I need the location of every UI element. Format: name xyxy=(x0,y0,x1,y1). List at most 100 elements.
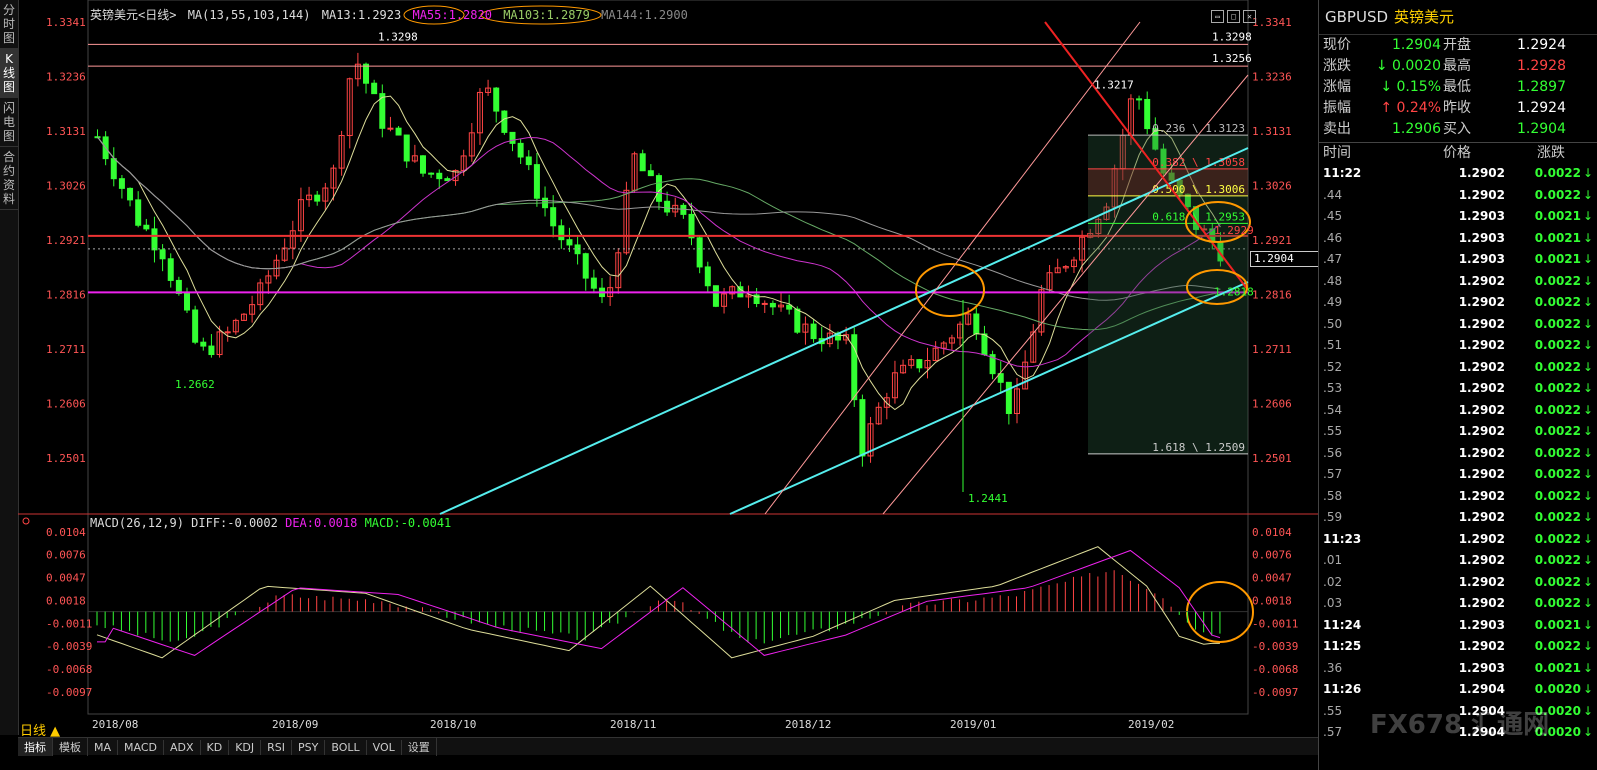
fib-level-label: 1.618 \ 1.2509 xyxy=(1152,441,1245,454)
candle-body xyxy=(590,277,597,289)
tab-adx[interactable]: ADX xyxy=(164,740,201,755)
watermark-logo: FX678 汇通网 xyxy=(1370,710,1550,740)
candle-body xyxy=(761,302,768,305)
price-axis-label-left: 1.2711 xyxy=(46,343,86,356)
tick-change: 0.0022 xyxy=(1534,381,1581,395)
macd-params: MACD(26,12,9) xyxy=(90,516,184,530)
tick-change: 0.0022 xyxy=(1534,596,1581,610)
price-annotation: 1.2662 xyxy=(175,378,215,391)
candle-body xyxy=(192,309,199,343)
tick-row: 11:23 1.2902 0.0022 ↓ xyxy=(1319,529,1597,551)
fib-level-label: 0.618 \ 1.2953 xyxy=(1152,210,1245,223)
candle-body xyxy=(566,239,573,246)
macd-panel-border xyxy=(87,513,1249,715)
fib-level-label: 0.382 \ 1.3058 xyxy=(1152,156,1245,169)
candle-body xyxy=(208,345,215,356)
tab-settings[interactable]: 设置 xyxy=(402,738,437,756)
tab-kdj[interactable]: KDJ xyxy=(229,740,262,755)
quote-row: 涨跌 ↓ 0.0020 最高 1.2928 xyxy=(1319,56,1597,77)
tab-psy[interactable]: PSY xyxy=(292,740,326,755)
tick-row: .58 1.2902 0.0022 ↓ xyxy=(1319,486,1597,508)
tick-header: 时间 价格 涨跌 xyxy=(1319,143,1597,163)
tick-change: 0.0021 xyxy=(1534,209,1581,223)
candle-body xyxy=(680,204,687,215)
tick-row: .45 1.2903 0.0021 ↓ xyxy=(1319,206,1597,228)
tick-time: .58 xyxy=(1323,488,1343,503)
price-axis-label-left: 1.2606 xyxy=(46,398,86,411)
price-annotation: 1.3217 xyxy=(1094,78,1134,91)
down-arrow-icon: ↓ xyxy=(1583,295,1594,309)
candle-body xyxy=(159,249,166,260)
tab-template[interactable]: 模板 xyxy=(53,738,88,756)
tick-time: 11:23 xyxy=(1323,531,1362,546)
tick-change: 0.0022 xyxy=(1534,574,1581,589)
tab-macd[interactable]: MACD xyxy=(118,740,164,755)
tick-col-time: 时间 xyxy=(1323,145,1351,161)
price-axis-label-right: 1.3341 xyxy=(1252,16,1292,29)
candle-body xyxy=(973,313,980,335)
restore-icon[interactable]: ▭ xyxy=(1211,10,1224,23)
candle-body xyxy=(712,285,719,307)
quote-label: 买入 xyxy=(1443,121,1471,137)
price-axis-label-left: 1.2816 xyxy=(46,289,86,302)
close-icon[interactable]: ✕ xyxy=(1243,10,1256,23)
tick-row: .50 1.2902 0.0022 ↓ xyxy=(1319,314,1597,336)
macd-axis-label-right: -0.0068 xyxy=(1252,663,1298,676)
quote-row: 卖出 1.2906 买入 1.2904 xyxy=(1319,119,1597,140)
macd-axis-label-left: -0.0068 xyxy=(46,663,92,676)
tab-rsi[interactable]: RSI xyxy=(261,740,293,755)
tab-ma[interactable]: MA xyxy=(88,740,119,755)
tick-time: .59 xyxy=(1323,510,1343,524)
quote-row: 涨幅 ↓ 0.15% 最低 1.2897 xyxy=(1319,77,1597,98)
tick-time: .50 xyxy=(1323,316,1343,331)
date-axis-label: 2018/09 xyxy=(272,718,318,731)
date-axis-label: 2019/02 xyxy=(1128,718,1174,731)
tick-row: .51 1.2902 0.0022 ↓ xyxy=(1319,335,1597,357)
tick-time: .57 xyxy=(1323,725,1343,739)
candle-body xyxy=(314,194,321,202)
date-axis-label: 2018/08 xyxy=(92,718,138,731)
window-buttons: ▭ □ ✕ xyxy=(1208,8,1256,23)
tick-change: 0.0021 xyxy=(1534,252,1581,266)
down-arrow-icon: ↓ xyxy=(1583,510,1594,524)
tab-boll[interactable]: BOLL xyxy=(325,740,367,755)
ma144-value: MA144:1.2900 xyxy=(601,8,688,22)
candle-body xyxy=(794,308,801,333)
tick-list[interactable]: 11:22 1.2902 0.0022 ↓ .44 1.2902 0.0022 ↓ .45 1.2… xyxy=(1319,163,1597,744)
window-title: 英镑美元<日线> xyxy=(90,8,177,22)
tick-row: 11:26 1.2904 0.0020 ↓ xyxy=(1319,679,1597,701)
down-arrow-icon: ↓ xyxy=(1583,467,1594,481)
down-arrow-icon: ↓ xyxy=(1583,209,1594,223)
tick-change: 0.0022 xyxy=(1534,424,1581,438)
tick-change: 0.0020 xyxy=(1534,682,1581,696)
macd-axis-label-left: -0.0011 xyxy=(46,618,92,631)
candle-body xyxy=(1136,98,1143,101)
ma-legend: 英镑美元<日线> MA(13,55,103,144) MA13:1.2923 M… xyxy=(90,6,692,23)
price-axis-label-left: 1.2921 xyxy=(46,234,86,247)
tick-row: 11:24 1.2903 0.0021 ↓ xyxy=(1319,615,1597,637)
quote-summary: 现价 1.2904 开盘 1.2924 涨跌 ↓ 0.0020 最高 1.2928 涨幅 ↓ 0.… xyxy=(1319,35,1597,140)
date-axis-label: 2018/11 xyxy=(610,718,656,731)
down-arrow-icon: ↓ xyxy=(1583,402,1594,417)
tick-change: 0.0022 xyxy=(1534,316,1581,331)
candle-body xyxy=(550,207,557,227)
maximize-icon[interactable]: □ xyxy=(1227,10,1240,23)
candle-body xyxy=(151,228,158,251)
macd-axis-label-right: 0.0018 xyxy=(1252,594,1292,607)
tab-kd[interactable]: KD xyxy=(201,740,230,755)
price-axis-label-right: 1.2606 xyxy=(1252,398,1292,411)
macd-axis-label-left: -0.0039 xyxy=(46,640,92,653)
tab-vol[interactable]: VOL xyxy=(367,740,402,755)
tick-time: .02 xyxy=(1323,574,1343,589)
tick-change: 0.0022 xyxy=(1534,639,1581,653)
tick-change: 0.0021 xyxy=(1534,617,1581,632)
candle-body xyxy=(533,164,540,199)
kline-chart[interactable]: 1.3341 1.3341 1.3236 1.3236 1.3131 1.3131 1.30… xyxy=(0,0,1318,737)
quote-value: 1.2906 xyxy=(1392,121,1441,137)
tick-time: .55 xyxy=(1323,424,1343,438)
tab-indicator[interactable]: 指标 xyxy=(18,738,53,756)
down-arrow-icon: ↓ xyxy=(1583,703,1594,718)
down-arrow-icon: ↓ xyxy=(1583,166,1594,180)
candle-body xyxy=(851,334,858,401)
candle-body xyxy=(696,237,703,268)
